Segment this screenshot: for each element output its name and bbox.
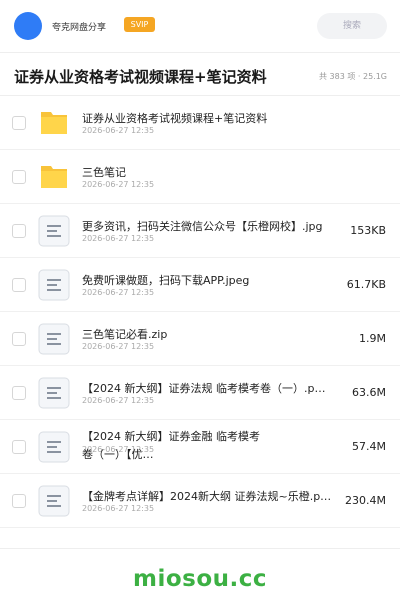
brand-name: 夸克网盘分享 [52, 23, 107, 33]
top-header: 夸克网盘分享 SVIP 搜索 [0, 0, 400, 52]
row-checkbox[interactable] [12, 332, 26, 346]
file-date: 2026-06-27 12:35 [82, 342, 155, 351]
file-row[interactable]: 证券从业资格考试视频课程+笔记资料 2026-06-27 12:35 [0, 96, 400, 150]
page-title: 证券从业资格考试视频课程+笔记资料 [14, 68, 267, 86]
file-size: 57.4M [352, 440, 386, 453]
row-checkbox[interactable] [12, 494, 26, 508]
file-row[interactable]: 更多资讯，扫码关注微信公众号【乐橙网校】.jpg 2026-06-27 12:3… [0, 204, 400, 258]
file-name: 更多资讯，扫码关注微信公众号【乐橙网校】.jpg [82, 220, 323, 233]
folder-title-bar: 证券从业资格考试视频课程+笔记资料 共 383 项 · 25.1G [0, 52, 400, 96]
footer: miosou.cc [0, 548, 400, 600]
document-icon [38, 377, 70, 409]
file-name: 免费听课做题，扫码下载APP.jpeg [82, 274, 250, 287]
file-name: 证券从业资格考试视频课程+笔记资料 [82, 112, 268, 125]
search-button[interactable]: 搜索 [317, 13, 387, 39]
file-name: 三色笔记必看.zip [82, 328, 168, 341]
file-row[interactable]: 2026-06-27 12:35 【2024 新大纲】证券金融 临考模考卷（一）… [0, 420, 400, 474]
file-size: 63.6M [352, 386, 386, 399]
file-name: 三色笔记 [82, 166, 126, 179]
svip-badge: SVIP [124, 17, 155, 32]
file-date: 2026-06-27 12:35 [82, 504, 155, 513]
avatar[interactable] [14, 12, 42, 40]
file-size: 153KB [350, 224, 386, 237]
row-checkbox[interactable] [12, 116, 26, 130]
document-icon [38, 431, 70, 463]
file-name: 【2024 新大纲】证券法规 临考模考卷（一）.p… [82, 382, 326, 395]
file-size: 61.7KB [346, 278, 386, 291]
file-date: 2026-06-27 12:35 [82, 180, 155, 189]
file-name: 【2024 新大纲】证券金融 临考模考卷（一）【优… [82, 430, 260, 461]
document-icon [38, 215, 70, 247]
document-icon [38, 269, 70, 301]
folder-icon [41, 112, 67, 134]
file-name: 【金牌考点详解】2024新大纲 证券法规~乐橙.p… [82, 490, 332, 503]
file-row[interactable]: 三色笔记 2026-06-27 12:35 [0, 150, 400, 204]
folder-meta: 共 383 项 · 25.1G [319, 72, 387, 81]
watermark-text: miosou.cc [132, 566, 268, 592]
row-checkbox[interactable] [12, 278, 26, 292]
row-checkbox[interactable] [12, 224, 26, 238]
file-row[interactable]: 免费听课做题，扫码下载APP.jpeg 2026-06-27 12:35 61.… [0, 258, 400, 312]
row-checkbox[interactable] [12, 440, 26, 454]
file-size: 230.4M [345, 494, 386, 507]
file-date: 2026-06-27 12:35 [82, 126, 155, 135]
file-size: 1.9M [359, 332, 386, 345]
file-row[interactable]: 【金牌考点详解】2024新大纲 证券法规~乐橙.p… 2026-06-27 12… [0, 474, 400, 528]
row-checkbox[interactable] [12, 386, 26, 400]
folder-icon [41, 166, 67, 188]
file-row[interactable]: 【2024 新大纲】证券法规 临考模考卷（一）.p… 2026-06-27 12… [0, 366, 400, 420]
file-date: 2026-06-27 12:35 [82, 234, 155, 243]
file-row[interactable]: 三色笔记必看.zip 2026-06-27 12:35 1.9M [0, 312, 400, 366]
row-checkbox[interactable] [12, 170, 26, 184]
document-icon [38, 485, 70, 517]
file-date: 2026-06-27 12:35 [82, 288, 155, 297]
document-icon [38, 323, 70, 355]
file-date: 2026-06-27 12:35 [82, 396, 155, 405]
